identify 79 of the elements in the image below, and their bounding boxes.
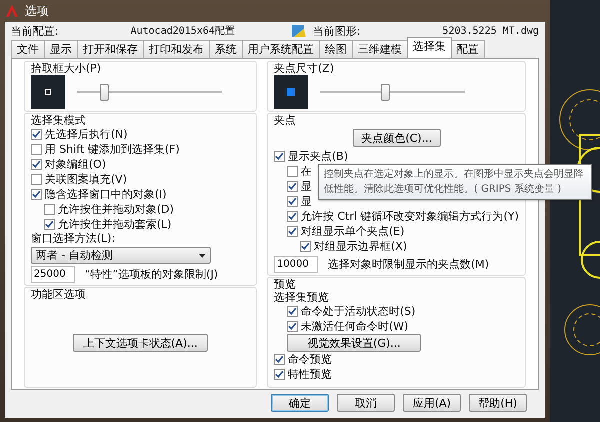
checkbox[interactable] [31,144,42,155]
checkbox[interactable] [287,306,298,317]
group-title: 预览 [274,278,298,291]
checkbox-label: 命令预览 [288,353,332,366]
grip-icon [287,88,296,96]
checkbox-label: 在 [301,165,312,178]
checkbox-label: 允许按住并拖动对象(D) [58,203,174,216]
checkbox-label: 用 Shift 键添加到选择集(F) [45,143,180,156]
checkbox-label: 未激活任何命令时(W) [301,320,409,333]
profile-label: 当前配置: [11,24,59,38]
visual-effects-button[interactable]: 视觉效果设置(G)... [287,334,422,352]
tab[interactable]: 打印和发布 [143,40,210,58]
checkbox[interactable] [274,369,286,380]
group-title: 拾取框大小(P) [31,62,102,75]
field-label: 选择对象时限制显示的夹点数(M) [328,258,490,271]
tab[interactable]: 打开和保存 [77,40,144,58]
tab[interactable]: 绘图 [319,40,353,58]
dialog-button[interactable]: 应用(A) [403,394,461,412]
tab[interactable]: 系统 [209,40,243,58]
checkbox[interactable] [274,354,286,365]
checkbox[interactable] [287,226,298,237]
dialog-button[interactable]: 确定 [271,394,329,412]
drawing-name: 5203.5225 MT.dwg [442,24,539,38]
checkbox[interactable] [287,196,298,207]
tab[interactable]: 选择集 [407,37,452,58]
checkbox[interactable] [274,151,286,162]
context-tab-state-button[interactable]: 上下文选项卡状态(A)... [73,334,208,352]
group-title: 功能区选项 [31,288,87,301]
group-title: 选择集模式 [31,114,87,127]
slider-thumb[interactable] [100,84,110,100]
window-method-dropdown[interactable]: 两者 - 自动检测 [31,247,211,264]
checkbox[interactable] [31,189,42,200]
checkbox[interactable] [287,181,298,192]
checkbox-label: 对组显示单个夹点(E) [301,225,405,238]
tab[interactable]: 用户系统配置 [242,40,320,58]
checkbox[interactable] [287,166,298,177]
dialog-button[interactable]: 取消 [337,394,395,412]
field-label: “特性”选项板的对象限制(J) [85,268,218,281]
checkbox-label: 允许按 Ctrl 键循环改变对象编辑方式行为(Y) [301,210,519,223]
dialog-button[interactable]: 帮助(H) [469,394,527,412]
checkbox-label: 关联图案填充(V) [45,173,128,186]
checkbox-label: 对象编组(O) [45,158,106,171]
group-title: 夹点尺寸(Z) [274,62,336,75]
caret-icon [199,254,206,258]
checkbox-label: 允许按住并拖动套索(L) [58,218,172,231]
checkbox[interactable] [31,129,42,140]
checkbox[interactable] [287,321,298,332]
checkbox-label: 显 [301,180,312,193]
slider-thumb[interactable] [381,84,390,100]
checkbox-label: 特性预览 [288,368,332,381]
checkbox-label: 显 [301,195,312,208]
checkbox[interactable] [300,241,312,252]
grip-color-button[interactable]: 夹点颜色(C)... [352,129,441,147]
checkbox-label: 命令处于活动状态时(S) [301,305,416,318]
app-logo-icon [5,4,19,18]
checkbox[interactable] [44,204,55,215]
checkbox-label: 对组显示边界框(X) [314,240,408,253]
checkbox-label: 隐含选择窗口中的对象(I) [45,188,167,201]
tooltip: 控制夹点在选定对象上的显示。在图形中显示夹点会明显降低性能。清除此选项可优化性能。( GRIPS 系统变量 ) [318,164,592,200]
drawing-label: 当前图形: [312,24,361,38]
tab[interactable]: 三维建模 [352,40,408,58]
profile-name: Autocad2015x64配置 [130,24,236,38]
drawing-file-icon [290,24,307,38]
tab[interactable]: 显示 [44,40,78,58]
checkbox-label: 显示夹点(B) [288,150,348,163]
object-limit-field[interactable]: 25000 [31,266,75,283]
pickbox-icon [45,89,51,95]
group-title: 夹点 [274,114,298,127]
checkbox[interactable] [31,174,42,185]
subgroup-title: 选择集预览 [274,291,330,304]
tab[interactable]: 文件 [11,40,45,58]
tab[interactable]: 配置 [451,40,485,58]
checkbox[interactable] [44,219,55,230]
window-title: 选项 [25,4,49,18]
checkbox[interactable] [287,211,298,222]
field-label: 窗口选择方法(L): [31,232,116,245]
grip-limit-field[interactable]: 10000 [274,256,318,273]
checkbox-label: 先选择后执行(N) [45,128,128,141]
checkbox[interactable] [31,159,42,170]
